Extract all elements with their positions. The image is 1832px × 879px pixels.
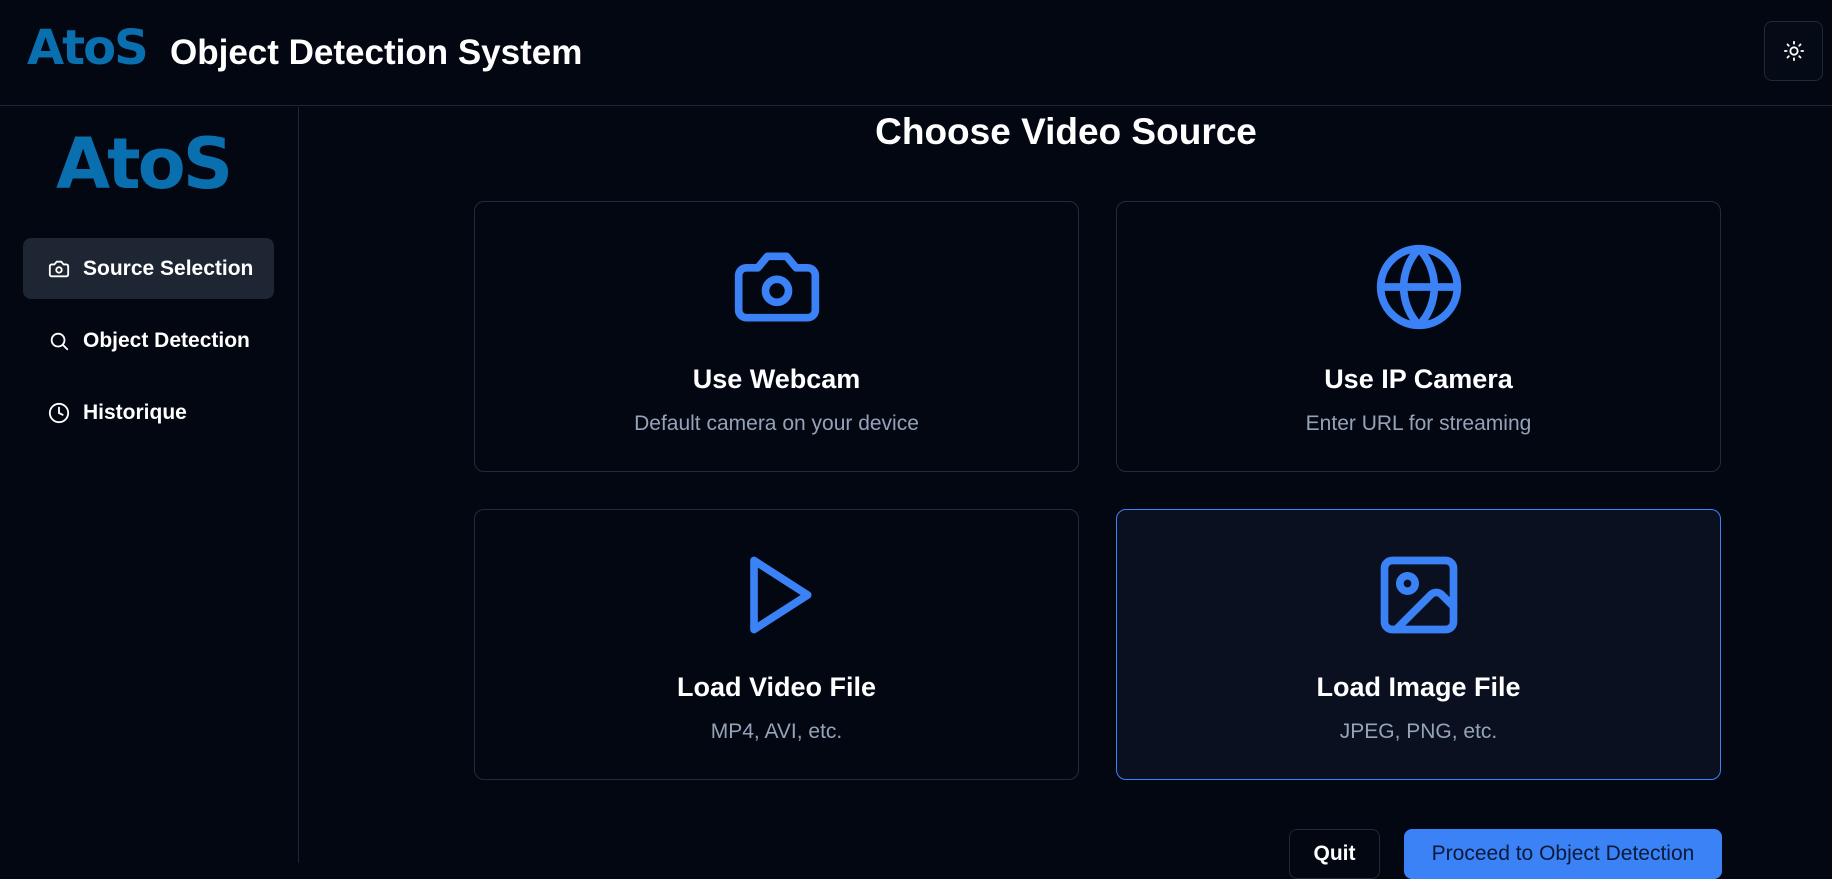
sun-icon	[1783, 40, 1804, 62]
theme-toggle-button[interactable]	[1764, 21, 1823, 81]
camera-icon	[47, 257, 71, 281]
card-title: Use Webcam	[692, 364, 861, 394]
image-file-source-card[interactable]: Load Image File JPEG, PNG, etc.	[1116, 509, 1721, 780]
proceed-button[interactable]: Proceed to Object Detection	[1404, 829, 1722, 879]
sidebar-item-label: Object Detection	[83, 328, 250, 352]
card-title: Use IP Camera	[1324, 364, 1513, 394]
quit-button[interactable]: Quit	[1289, 829, 1380, 879]
app-header: AtoS Object Detection System	[0, 0, 1832, 106]
play-icon	[475, 550, 1078, 640]
sidebar-item-source-selection[interactable]: Source Selection	[23, 238, 274, 299]
card-subtitle: MP4, AVI, etc.	[710, 720, 843, 743]
sidebar-item-object-detection[interactable]: Object Detection	[23, 310, 274, 371]
video-file-source-card[interactable]: Load Video File MP4, AVI, etc.	[474, 509, 1079, 780]
globe-icon	[1117, 242, 1720, 332]
ip-camera-source-card[interactable]: Use IP Camera Enter URL for streaming	[1116, 201, 1721, 472]
card-title: Load Image File	[1316, 672, 1521, 702]
sidebar-item-label: Historique	[83, 400, 187, 424]
header-logo: AtoS	[27, 20, 149, 76]
search-icon	[47, 329, 71, 353]
image-icon	[1117, 550, 1720, 640]
card-title: Load Video File	[676, 672, 877, 702]
sidebar-logo: AtoS	[56, 123, 233, 205]
sidebar-item-label: Source Selection	[83, 256, 254, 280]
card-subtitle: JPEG, PNG, etc.	[1339, 720, 1498, 743]
app-title: Object Detection System	[170, 33, 583, 72]
clock-icon	[47, 401, 71, 425]
camera-icon	[475, 242, 1078, 332]
card-subtitle: Default camera on your device	[634, 412, 919, 435]
card-subtitle: Enter URL for streaming	[1305, 412, 1532, 435]
sidebar-item-historique[interactable]: Historique	[23, 382, 274, 443]
page-title: Choose Video Source	[875, 111, 1257, 152]
webcam-source-card[interactable]: Use Webcam Default camera on your device	[474, 201, 1079, 472]
sidebar: AtoS Source Selection Object Detection H…	[0, 107, 299, 863]
